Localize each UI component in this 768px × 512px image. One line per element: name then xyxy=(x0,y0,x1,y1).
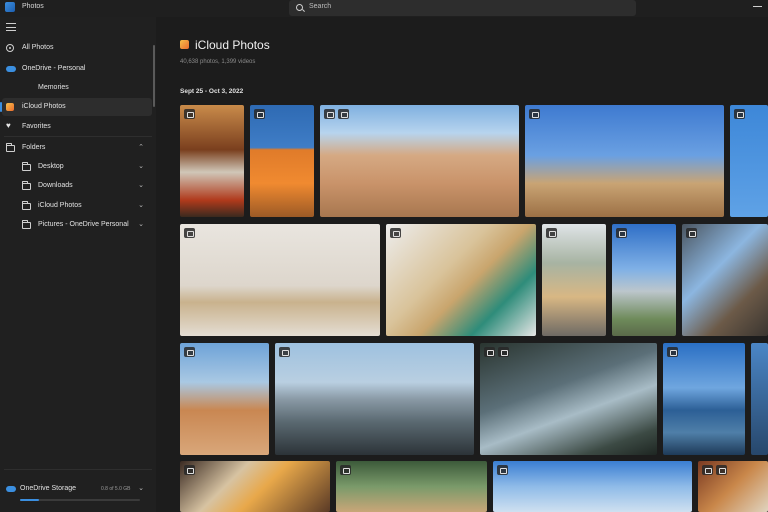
icloud-badge-icon xyxy=(734,109,745,119)
all-photos-icon xyxy=(6,44,14,52)
sidebar-item-label: iCloud Photos xyxy=(22,103,66,110)
photo-thumbnail[interactable] xyxy=(320,105,519,217)
sidebar: All Photos OneDrive - Personal Memories … xyxy=(0,17,156,512)
search-placeholder: Search xyxy=(309,3,332,10)
icloud-badge-icon xyxy=(529,109,540,119)
sidebar-item-label: All Photos xyxy=(22,44,54,51)
photo-thumbnail[interactable] xyxy=(180,461,330,512)
folder-icon xyxy=(22,162,31,171)
chevron-down-icon[interactable]: ⌄ xyxy=(138,484,144,492)
photo-thumbnail[interactable] xyxy=(275,343,474,455)
storage-bar-fill xyxy=(20,499,40,501)
sidebar-scrollbar[interactable] xyxy=(153,45,155,107)
sidebar-item-pictures-onedrive[interactable]: Pictures - OneDrive Personal ⌄ xyxy=(0,216,152,234)
sidebar-item-desktop[interactable]: Desktop ⌄ xyxy=(0,158,152,176)
icloud-badge-icon xyxy=(686,228,697,238)
photo-thumbnail[interactable] xyxy=(180,224,380,336)
sidebar-divider xyxy=(4,136,152,137)
storage-label: OneDrive Storage xyxy=(20,485,77,492)
photo-thumbnail[interactable] xyxy=(480,343,657,455)
sidebar-divider xyxy=(4,469,152,470)
sidebar-item-favorites[interactable]: ♥ Favorites xyxy=(0,118,152,136)
folder-icon xyxy=(22,201,31,210)
date-range-header: Sept 25 - Oct 3, 2022 xyxy=(180,88,244,95)
sidebar-item-label: OneDrive - Personal xyxy=(22,65,86,72)
sidebar-item-memories[interactable]: Memories xyxy=(0,79,152,97)
photos-app-icon xyxy=(5,2,15,12)
storage-amount: 0.8 of 5.0 GB xyxy=(101,486,131,492)
photo-thumbnail[interactable] xyxy=(250,105,314,217)
icloud-badge-icon xyxy=(279,347,290,357)
icloud-badge-icon xyxy=(184,228,195,238)
cloud-icon xyxy=(6,486,16,492)
photo-thumbnail[interactable] xyxy=(698,461,768,512)
photo-thumbnail[interactable] xyxy=(180,105,244,217)
icloud-badge-icon xyxy=(702,465,713,475)
storage-bar xyxy=(20,499,140,501)
icloud-badge-icon xyxy=(716,465,727,475)
sidebar-item-icloud-photos-folder[interactable]: iCloud Photos ⌄ xyxy=(0,197,152,215)
sidebar-item-onedrive[interactable]: OneDrive - Personal xyxy=(0,60,152,78)
sidebar-item-all-photos[interactable]: All Photos xyxy=(0,39,152,57)
photo-thumbnail[interactable] xyxy=(386,224,536,336)
folder-icon xyxy=(6,143,15,152)
icloud-photos-icon xyxy=(180,40,189,49)
chevron-down-icon[interactable]: ⌄ xyxy=(138,220,144,228)
photo-thumbnail[interactable] xyxy=(493,461,692,512)
photo-thumbnail[interactable] xyxy=(336,461,487,512)
sidebar-item-label: Folders xyxy=(22,144,46,151)
photo-thumbnail[interactable] xyxy=(730,105,768,217)
chevron-down-icon[interactable]: ⌄ xyxy=(138,162,144,170)
sidebar-item-downloads[interactable]: Downloads ⌄ xyxy=(0,177,152,195)
icloud-badge-icon xyxy=(254,109,265,119)
app-title: Photos xyxy=(22,3,44,10)
sidebar-item-folders[interactable]: Folders ⌃ xyxy=(0,139,152,157)
photo-thumbnail[interactable] xyxy=(525,105,724,217)
sidebar-item-label: Pictures - OneDrive Personal xyxy=(38,221,129,228)
icloud-badge-icon xyxy=(324,109,335,119)
minimize-button[interactable] xyxy=(753,6,762,7)
heart-icon: ♥ xyxy=(6,121,11,130)
photo-thumbnail[interactable] xyxy=(751,343,768,455)
icloud-badge-icon xyxy=(498,347,509,357)
icloud-badge-icon xyxy=(340,465,351,475)
page-subtitle: 40,638 photos, 1,399 videos xyxy=(180,59,256,65)
photo-thumbnail[interactable] xyxy=(612,224,676,336)
folder-icon xyxy=(22,181,31,190)
photo-thumbnail[interactable] xyxy=(180,343,269,455)
icloud-badge-icon xyxy=(616,228,627,238)
search-icon xyxy=(296,4,303,11)
icloud-badge-icon xyxy=(497,465,508,475)
icloud-badge-icon xyxy=(484,347,495,357)
cloud-icon xyxy=(6,66,16,72)
icloud-badge-icon xyxy=(184,465,195,475)
sidebar-item-label: Desktop xyxy=(38,163,64,170)
sidebar-item-icloud-photos[interactable]: iCloud Photos xyxy=(0,98,152,116)
page-title: iCloud Photos xyxy=(195,38,270,52)
icloud-badge-icon xyxy=(338,109,349,119)
icloud-badge-icon xyxy=(546,228,557,238)
icloud-badge-icon xyxy=(390,228,401,238)
title-bar: Photos Search xyxy=(0,0,768,17)
sidebar-item-label: Memories xyxy=(38,84,69,91)
icloud-badge-icon xyxy=(667,347,678,357)
sidebar-item-label: Favorites xyxy=(22,123,51,130)
chevron-down-icon[interactable]: ⌄ xyxy=(138,181,144,189)
photo-thumbnail[interactable] xyxy=(682,224,768,336)
chevron-down-icon[interactable]: ⌄ xyxy=(138,201,144,209)
search-box[interactable]: Search xyxy=(289,0,636,16)
photo-thumbnail[interactable] xyxy=(663,343,745,455)
photo-thumbnail[interactable] xyxy=(542,224,606,336)
onedrive-storage[interactable]: OneDrive Storage 0.8 of 5.0 GB ⌄ xyxy=(0,472,156,512)
menu-icon[interactable] xyxy=(6,23,16,31)
icloud-badge-icon xyxy=(184,109,195,119)
chevron-up-icon[interactable]: ⌃ xyxy=(138,143,144,151)
sidebar-item-label: iCloud Photos xyxy=(38,202,82,209)
sidebar-item-label: Downloads xyxy=(38,182,73,189)
icloud-badge-icon xyxy=(184,347,195,357)
icloud-photos-icon xyxy=(6,103,14,111)
folder-icon xyxy=(22,220,31,229)
